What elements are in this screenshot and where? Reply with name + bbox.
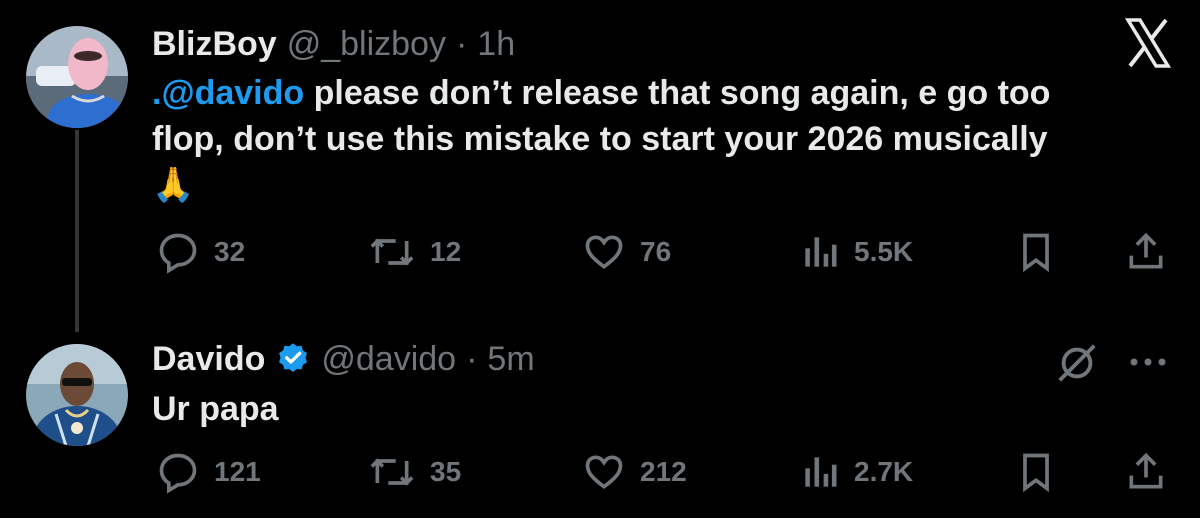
bookmark-icon[interactable]	[1014, 230, 1058, 279]
thread-connector	[75, 130, 79, 332]
share-icon[interactable]	[1124, 230, 1168, 279]
views-count: 5.5K	[854, 236, 914, 267]
tweet1-text: .@davido please don’t release that song …	[152, 70, 1172, 208]
meta-separator: ·	[455, 24, 468, 63]
tweet2-text: Ur papa	[152, 390, 279, 428]
more-icon[interactable]	[1128, 355, 1168, 373]
display-name[interactable]: BlizBoy	[152, 25, 277, 64]
like-button[interactable]: 212	[582, 450, 687, 494]
repost-icon	[368, 230, 416, 274]
tweet1-text-line1: please don’t release that song again, e …	[304, 74, 1051, 112]
reply-count: 121	[214, 456, 261, 487]
reply-button[interactable]: 121	[156, 450, 261, 494]
repost-count: 12	[430, 236, 462, 267]
views-button[interactable]: 5.5K	[800, 230, 913, 274]
repost-button[interactable]: 12	[368, 230, 461, 274]
tweet1-header: BlizBoy @_blizboy · 1h	[152, 24, 515, 64]
verified-badge-icon	[275, 341, 311, 377]
pray-emoji: 🙏	[152, 166, 195, 204]
tweet1-line1: .@davido please don’t release that song …	[152, 70, 1172, 116]
user-handle[interactable]: @davido	[321, 340, 456, 379]
tweet1-text-line2: flop, don’t use this mistake to start yo…	[152, 120, 1048, 158]
views-count: 2.7K	[854, 456, 914, 487]
repost-count: 35	[430, 456, 462, 487]
timestamp[interactable]: 1h	[477, 25, 515, 64]
avatar-blizboy[interactable]	[26, 26, 128, 128]
reply-icon	[156, 230, 200, 274]
like-count: 76	[640, 236, 672, 267]
repost-button[interactable]: 35	[368, 450, 461, 494]
reply-icon	[156, 450, 200, 494]
like-button[interactable]: 76	[582, 230, 671, 274]
timestamp[interactable]: 5m	[487, 340, 534, 379]
meta-separator: ·	[466, 339, 478, 378]
display-name[interactable]: Davido	[152, 340, 265, 379]
grok-icon[interactable]	[1054, 340, 1100, 391]
x-logo-icon[interactable]	[1124, 18, 1172, 68]
user-handle[interactable]: @_blizboy	[287, 25, 446, 64]
repost-icon	[368, 450, 416, 494]
bookmark-icon[interactable]	[1014, 450, 1058, 499]
tweet2-header: Davido @davido · 5m	[152, 339, 535, 379]
views-button[interactable]: 2.7K	[800, 450, 913, 494]
reply-button[interactable]: 32	[156, 230, 245, 274]
share-icon[interactable]	[1124, 450, 1168, 499]
avatar-davido[interactable]	[26, 344, 128, 446]
like-count: 212	[640, 456, 687, 487]
reply-count: 32	[214, 236, 246, 267]
mention-link[interactable]: .@davido	[152, 74, 304, 112]
like-icon	[582, 230, 626, 274]
views-icon	[800, 230, 840, 274]
views-icon	[800, 450, 840, 494]
like-icon	[582, 450, 626, 494]
